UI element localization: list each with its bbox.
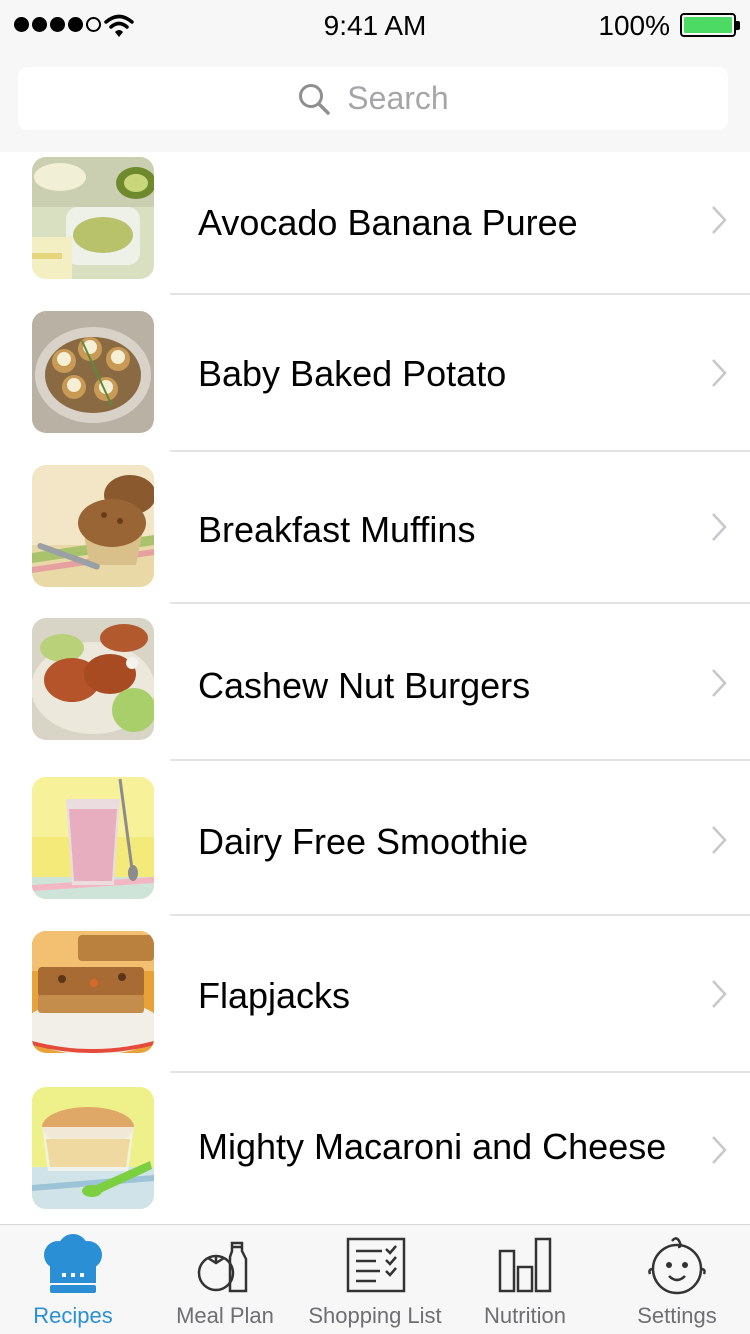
recipe-title: Mighty Macaroni and Cheese: [198, 1125, 667, 1167]
recipe-row-flapjacks[interactable]: Flapjacks: [0, 916, 750, 1073]
bar-chart-icon: [498, 1237, 552, 1293]
recipe-thumbnail: [32, 157, 154, 279]
search-icon: [299, 83, 331, 115]
chevron-right-icon: [712, 826, 727, 854]
tab-label: Nutrition: [484, 1303, 566, 1328]
recipe-row-breakfast-muffins[interactable]: Breakfast Muffins: [0, 452, 750, 604]
baby-face-icon: [648, 1237, 706, 1295]
recipe-row-avocado-banana-puree[interactable]: Avocado Banana Puree: [0, 152, 750, 295]
chevron-right-icon: [712, 513, 727, 541]
recipe-thumbnail: [32, 618, 154, 740]
tab-shopping-list[interactable]: Shopping List: [302, 1225, 448, 1334]
recipe-row-mighty-macaroni-and-cheese[interactable]: Mighty Macaroni and Cheese: [0, 1073, 750, 1224]
tab-label: Meal Plan: [176, 1303, 274, 1328]
recipe-row-dairy-free-smoothie[interactable]: Dairy Free Smoothie: [0, 761, 750, 916]
chevron-right-icon: [712, 1136, 727, 1164]
battery-icon: [680, 13, 740, 37]
search-input[interactable]: Search: [18, 67, 728, 130]
tab-label: Shopping List: [308, 1303, 442, 1328]
recipe-thumbnail: [32, 931, 154, 1053]
tab-settings[interactable]: Settings: [604, 1225, 750, 1334]
recipe-row-baby-baked-potato[interactable]: Baby Baked Potato: [0, 295, 750, 452]
recipe-thumbnail: [32, 311, 154, 433]
recipe-thumbnail: [32, 777, 154, 899]
recipe-title: Flapjacks: [198, 975, 351, 1016]
recipe-row-cashew-nut-burgers[interactable]: Cashew Nut Burgers: [0, 603, 750, 761]
recipe-list: Avocado Banana Puree Baby Baked Potato B…: [0, 152, 750, 1224]
chevron-right-icon: [712, 359, 727, 387]
tab-recipes[interactable]: Recipes: [0, 1225, 146, 1334]
tab-meal-plan[interactable]: Meal Plan: [152, 1225, 298, 1334]
tab-nutrition[interactable]: Nutrition: [452, 1225, 598, 1334]
tab-bar: Recipes Meal Plan Shopping List Nutritio…: [0, 1224, 750, 1334]
chevron-right-icon: [712, 206, 727, 234]
recipe-title: Avocado Banana Puree: [198, 202, 578, 243]
recipe-title: Breakfast Muffins: [198, 509, 476, 550]
recipe-thumbnail: [32, 465, 154, 587]
recipe-thumbnail: [32, 1087, 154, 1209]
status-bar: 9:41 AM 100%: [0, 0, 750, 50]
tomato-bottle-icon: [197, 1241, 248, 1293]
chef-hat-icon: [44, 1234, 102, 1293]
search-bar-container: Search: [0, 50, 750, 152]
tab-label: Recipes: [33, 1303, 113, 1328]
tab-label: Settings: [637, 1303, 717, 1328]
recipe-title: Dairy Free Smoothie: [198, 821, 529, 862]
recipe-title: Baby Baked Potato: [198, 353, 507, 394]
chevron-right-icon: [712, 669, 727, 697]
checklist-icon: [346, 1237, 406, 1293]
battery-percent: 100%: [598, 10, 670, 41]
chevron-right-icon: [712, 980, 727, 1008]
recipe-title: Cashew Nut Burgers: [198, 665, 531, 706]
search-placeholder: Search: [347, 80, 449, 116]
